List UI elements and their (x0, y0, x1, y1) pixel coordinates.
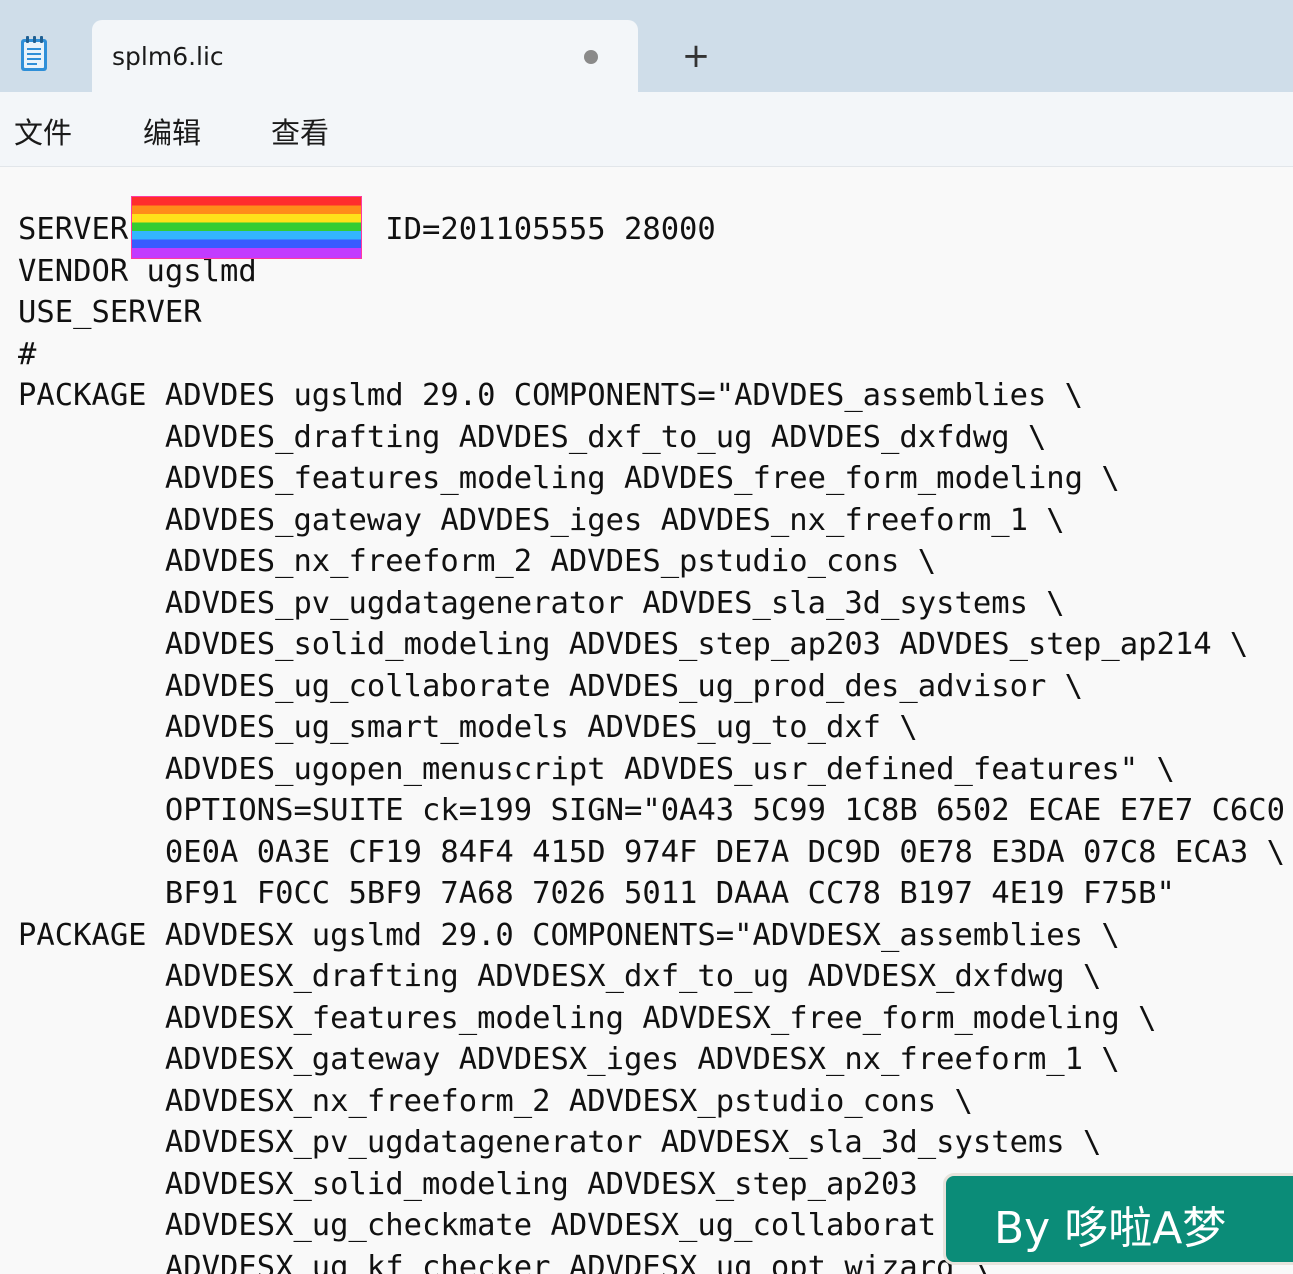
editor-line: ADVDES_ugopen_menuscript ADVDES_usr_defi… (18, 751, 1175, 787)
editor-line: OPTIONS=SUITE ck=199 SIGN="0A43 5C99 1C8… (18, 793, 1286, 828)
menu-bar: 文件 编辑 查看 (0, 92, 1293, 167)
plus-icon[interactable]: + (676, 36, 716, 76)
editor-line: ADVDES_nx_freeform_2 ADVDES_pstudio_cons… (18, 544, 937, 579)
editor-line: ADVDES_drafting ADVDES_dxf_to_ug ADVDES_… (18, 419, 1047, 455)
editor-line: ADVDES_pv_ugdatagenerator ADVDES_sla_3d_… (18, 585, 1065, 621)
notepad-icon (18, 34, 52, 74)
editor-line: PACKAGE ADVDES ugslmd 29.0 COMPONENTS="A… (18, 378, 1084, 413)
editor-line: # (18, 336, 37, 372)
text-editor[interactable]: SERVER ID=201105555 28000 VENDOR ugslmd US… (0, 167, 1293, 1274)
tab-splm6-lic[interactable]: splm6.lic (92, 20, 638, 92)
editor-content[interactable]: SERVER ID=201105555 28000 VENDOR ugslmd US… (18, 209, 1285, 1274)
menu-file[interactable]: 文件 (14, 110, 72, 152)
redaction-overlay (131, 196, 362, 259)
editor-line: ADVDESX_gateway ADVDESX_iges ADVDESX_nx_… (18, 1042, 1120, 1077)
menu-view[interactable]: 查看 (271, 110, 329, 152)
watermark-badge: By 哆啦A梦 (946, 1176, 1293, 1262)
editor-line: 0E0A 0A3E CF19 84F4 415D 974F DE7A DC9D … (18, 834, 1286, 870)
editor-line: ADVDESX_features_modeling ADVDESX_free_f… (18, 1000, 1157, 1036)
editor-line: USE_SERVER (18, 295, 202, 330)
tab-title: splm6.lic (112, 42, 224, 71)
title-bar: splm6.lic + (0, 0, 1293, 92)
editor-line: PACKAGE ADVDESX ugslmd 29.0 COMPONENTS="… (18, 917, 1120, 953)
editor-line: ADVDES_ug_smart_models ADVDES_ug_to_dxf … (18, 710, 918, 745)
editor-line: ADVDES_solid_modeling ADVDES_step_ap203 … (18, 627, 1249, 662)
editor-line: ADVDES_ug_collaborate ADVDES_ug_prod_des… (18, 668, 1084, 704)
editor-line: ADVDESX_nx_freeform_2 ADVDESX_pstudio_co… (18, 1083, 973, 1119)
editor-line: ADVDESX_pv_ugdatagenerator ADVDESX_sla_3… (18, 1125, 1102, 1160)
editor-line: BF91 F0CC 5BF9 7A68 7026 5011 DAAA CC78 … (18, 876, 1175, 911)
editor-line: ADVDES_gateway ADVDES_iges ADVDES_nx_fre… (18, 502, 1065, 538)
menu-edit[interactable]: 编辑 (143, 110, 201, 152)
editor-line: ADVDESX_drafting ADVDESX_dxf_to_ug ADVDE… (18, 959, 1102, 994)
unsaved-dot-icon[interactable] (584, 50, 598, 64)
editor-line: ADVDES_features_modeling ADVDES_free_for… (18, 461, 1120, 496)
watermark-text: By 哆啦A梦 (994, 1203, 1227, 1254)
